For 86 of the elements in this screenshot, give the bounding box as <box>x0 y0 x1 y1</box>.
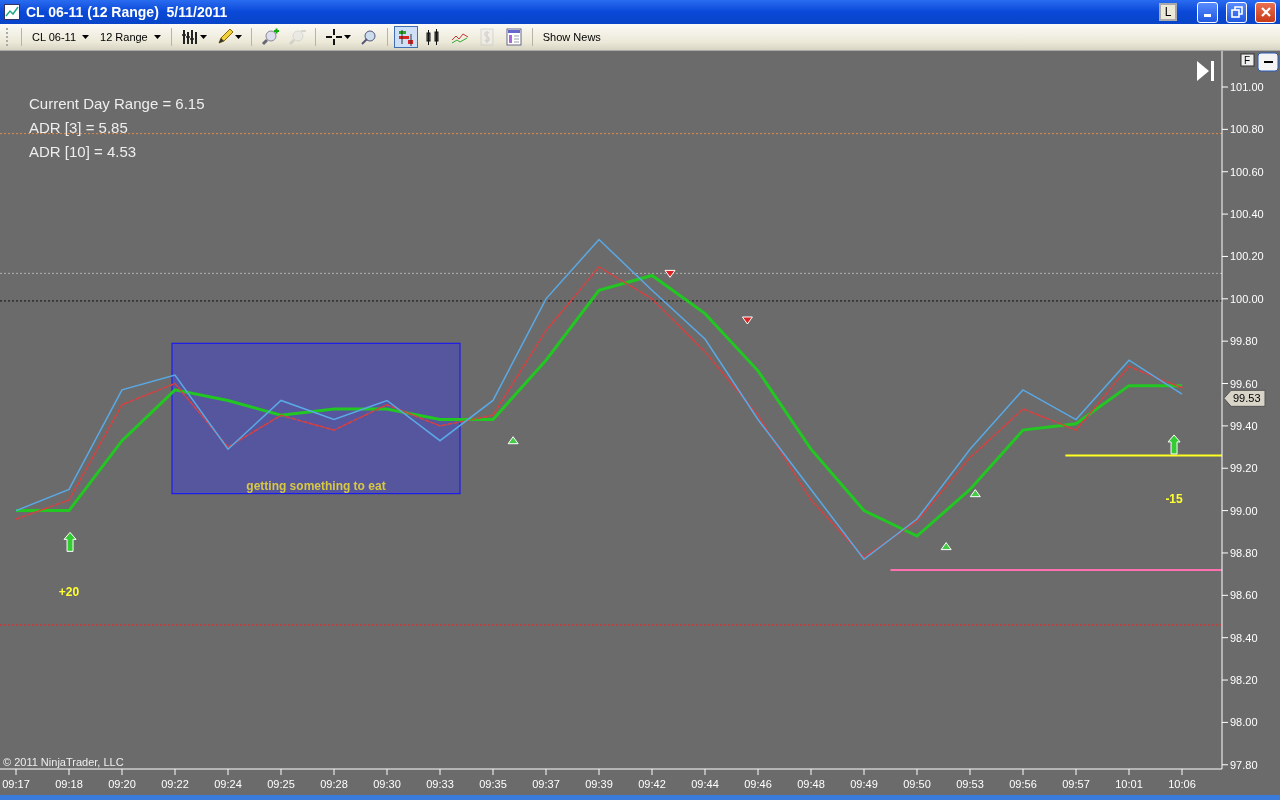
caret-icon <box>199 35 207 39</box>
caret-icon <box>234 35 242 39</box>
dropdown[interactable]: CL 06-11 <box>28 31 94 43</box>
annotation-label: +20 <box>58 585 80 600</box>
properties-icon <box>504 28 523 46</box>
x-tick-label: 09:20 <box>108 778 136 790</box>
minimize-icon <box>1204 13 1211 17</box>
toolbar-button[interactable] <box>393 26 418 48</box>
up-arrow-icon <box>1167 434 1181 455</box>
x-tick-label: 09:56 <box>1009 778 1037 790</box>
x-tick-label: 09:18 <box>55 778 83 790</box>
dollar-document-icon <box>477 28 496 46</box>
crosshair-icon <box>324 28 343 46</box>
x-tick-label: 09:17 <box>2 778 30 790</box>
x-tick-label: 09:22 <box>161 778 189 790</box>
last-price-marker: 99.53 <box>1223 389 1266 407</box>
annotation-label: getting something to eat <box>246 479 386 494</box>
bar-chart-icon <box>396 28 415 46</box>
triangle-up-icon <box>940 542 952 551</box>
x-tick-label: 09:50 <box>903 778 931 790</box>
triangle-down-icon <box>664 269 676 278</box>
dropdown-icon[interactable] <box>1257 52 1279 72</box>
y-tick-label: 100.40 <box>1230 208 1264 221</box>
caret-icon <box>343 35 351 39</box>
scale-button[interactable]: F <box>1240 53 1255 67</box>
y-tick-label: 100.80 <box>1230 123 1264 136</box>
stat-text: ADR [3] = 5.85 <box>29 119 128 136</box>
minimize-button[interactable] <box>1197 1 1218 23</box>
x-tick-label: 09:35 <box>479 778 507 790</box>
x-tick-label: 09:57 <box>1062 778 1090 790</box>
x-tick-label: 09:25 <box>267 778 295 790</box>
x-tick-label: 09:49 <box>850 778 878 790</box>
zoom-out-icon <box>287 28 306 46</box>
close-icon <box>1259 6 1272 18</box>
x-tick-label: 09:39 <box>585 778 613 790</box>
zoom-in-icon <box>260 28 279 46</box>
x-tick-label: 10:01 <box>1115 778 1143 790</box>
bars-icon <box>180 28 199 46</box>
x-tick-label: 09:42 <box>638 778 666 790</box>
annotation-label: -15 <box>1165 491 1183 506</box>
x-tick-label: 09:44 <box>691 778 719 790</box>
pencil-icon <box>215 28 234 46</box>
x-tick-label: 09:33 <box>426 778 454 790</box>
y-tick-label: 100.60 <box>1230 165 1264 178</box>
x-tick-label: 09:37 <box>532 778 560 790</box>
x-tick-label: 09:53 <box>956 778 984 790</box>
y-tick-label: 98.20 <box>1230 674 1258 687</box>
show-news-button[interactable]: Show News <box>538 31 605 43</box>
y-tick-label: 101.00 <box>1230 81 1264 93</box>
restore-button[interactable] <box>1226 1 1247 23</box>
y-tick-label: 99.20 <box>1230 462 1258 475</box>
caret-icon <box>82 35 90 39</box>
y-tick-label: 98.00 <box>1230 716 1258 729</box>
x-tick-label: 09:28 <box>320 778 348 790</box>
restore-icon <box>1230 6 1243 18</box>
y-tick-label: 98.60 <box>1230 589 1258 602</box>
x-tick-label: 09:48 <box>797 778 825 790</box>
triangle-down-icon <box>741 316 753 325</box>
y-tick-label: 98.40 <box>1230 631 1258 644</box>
y-tick-label: 99.60 <box>1230 377 1258 390</box>
app-icon <box>4 4 20 20</box>
x-tick-label: 10:06 <box>1168 778 1196 790</box>
stat-text: ADR [10] = 4.53 <box>29 143 137 160</box>
up-arrow-icon <box>63 531 77 552</box>
close-button[interactable] <box>1255 1 1276 23</box>
triangle-up-icon <box>507 436 519 445</box>
skip-to-end-icon[interactable] <box>1197 61 1214 81</box>
stat-text: Current Day Range = 6.15 <box>29 95 205 112</box>
y-tick-label: 98.80 <box>1230 546 1258 559</box>
y-tick-label: 99.80 <box>1230 335 1258 348</box>
y-tick-label: 100.00 <box>1230 292 1264 305</box>
y-tick-label: 100.20 <box>1230 250 1264 263</box>
lock-button[interactable]: L <box>1159 3 1177 21</box>
x-tick-label: 09:46 <box>744 778 772 790</box>
y-tick-label: 97.80 <box>1230 758 1258 771</box>
y-tick-label: 99.40 <box>1230 419 1258 432</box>
dropdown[interactable]: 12 Range <box>96 31 165 43</box>
x-tick-label: 09:30 <box>373 778 401 790</box>
window-title: CL 06-11 (12 Range) 5/11/2011 <box>26 4 229 20</box>
y-tick-label: 99.00 <box>1230 504 1258 517</box>
magnifier-icon <box>359 28 378 46</box>
copyright-text: © 2011 NinjaTrader, LLC <box>3 756 124 768</box>
caret-icon <box>153 35 161 39</box>
candlestick-icon <box>423 28 442 46</box>
triangle-up-icon <box>969 489 981 498</box>
x-tick-label: 09:24 <box>214 778 242 790</box>
